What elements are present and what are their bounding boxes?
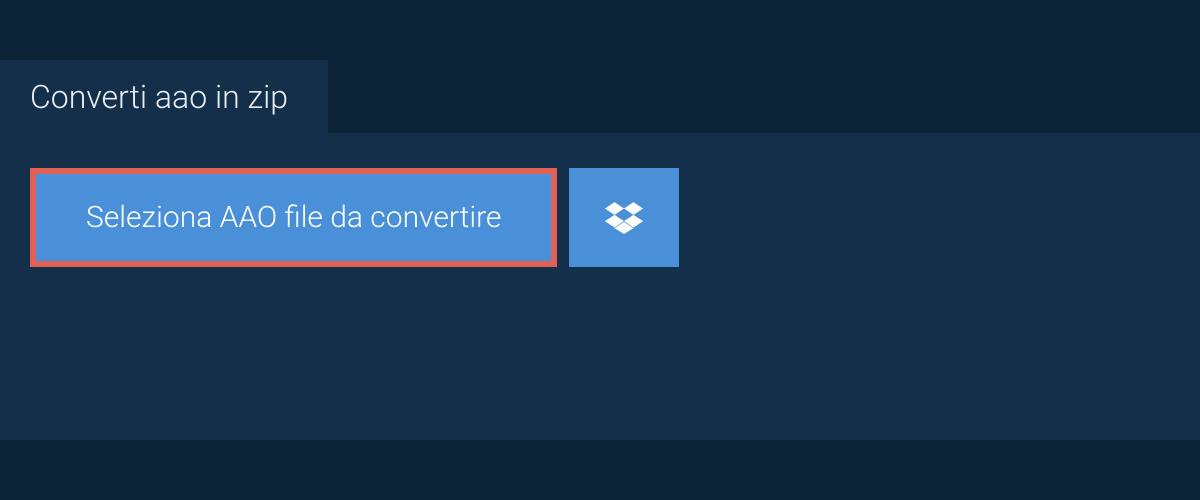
dropbox-button[interactable] [569,168,679,267]
select-file-label: Seleziona AAO file da convertire [86,200,501,235]
action-row: Seleziona AAO file da convertire [30,168,1170,267]
tab-bar: Converti aao in zip [0,60,328,134]
convert-panel: Seleziona AAO file da convertire [0,133,1200,440]
tab-label: Converti aao in zip [30,78,288,116]
tab-convert[interactable]: Converti aao in zip [0,60,328,134]
dropbox-icon [605,199,643,237]
select-file-button[interactable]: Seleziona AAO file da convertire [30,168,557,267]
